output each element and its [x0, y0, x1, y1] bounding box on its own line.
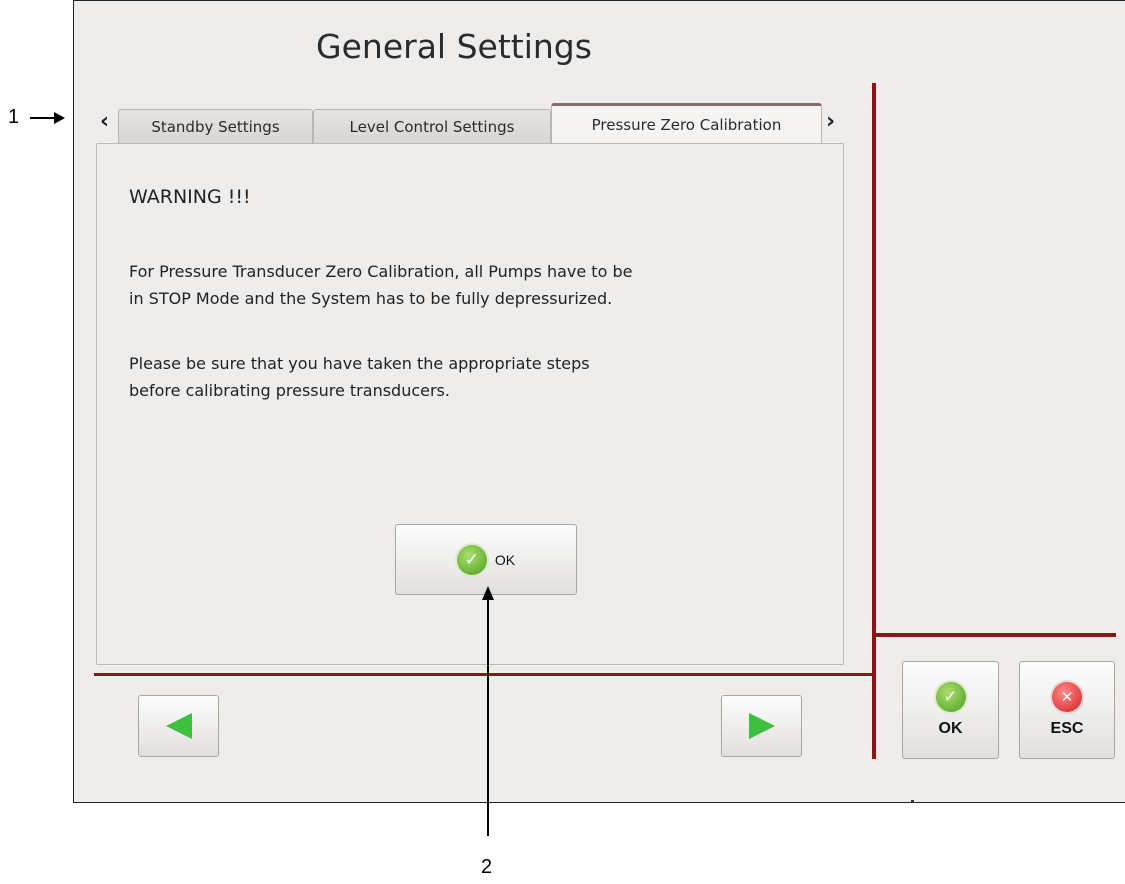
- calibration-ok-button[interactable]: ✓ OK: [395, 524, 577, 595]
- callout-2-arrow-icon: [482, 586, 494, 836]
- tab-prev-button[interactable]: ‹: [100, 109, 109, 134]
- next-page-button[interactable]: [721, 695, 802, 757]
- paragraph-line: For Pressure Transducer Zero Calibration…: [129, 262, 633, 281]
- ok-button-label: OK: [938, 720, 963, 737]
- checkmark-icon: ✓: [456, 544, 487, 575]
- close-icon: ✕: [1052, 682, 1082, 712]
- checkmark-icon: ✓: [935, 682, 966, 712]
- tab-label: Level Control Settings: [349, 117, 515, 136]
- callout-2-number: 2: [481, 856, 493, 878]
- calibration-ok-label: OK: [494, 551, 516, 568]
- warning-paragraph-1: For Pressure Transducer Zero Calibration…: [129, 258, 809, 312]
- arrow-right-icon: [748, 713, 775, 739]
- warning-paragraph-2: Please be sure that you have taken the a…: [129, 350, 809, 404]
- previous-page-button[interactable]: [138, 695, 219, 757]
- paragraph-line: before calibrating pressure transducers.: [129, 381, 450, 400]
- paragraph-line: Please be sure that you have taken the a…: [129, 354, 590, 373]
- callout-1-arrow-icon: [30, 112, 65, 124]
- ok-button[interactable]: ✓ OK: [902, 661, 999, 759]
- tab-content-panel: WARNING !!! For Pressure Transducer Zero…: [96, 143, 844, 665]
- tab-level-control-settings[interactable]: Level Control Settings: [313, 109, 551, 143]
- esc-button[interactable]: ✕ ESC: [1019, 661, 1115, 759]
- callout-1-number: 1: [8, 106, 20, 128]
- esc-button-label: ESC: [1050, 720, 1084, 737]
- tab-standby-settings[interactable]: Standby Settings: [118, 109, 313, 143]
- tab-pressure-zero-calibration[interactable]: Pressure Zero Calibration: [551, 103, 822, 144]
- chevron-left-icon: ‹: [100, 109, 110, 134]
- callout-2: 2: [481, 856, 492, 879]
- tab-next-button[interactable]: ›: [826, 109, 835, 134]
- paragraph-line: in STOP Mode and the System has to be fu…: [129, 289, 613, 308]
- arrow-left-icon: [165, 713, 192, 739]
- chevron-right-icon: ›: [826, 109, 836, 134]
- divider-right-horizontal: [876, 633, 1116, 637]
- stray-mark: [911, 800, 914, 803]
- callout-1: 1: [8, 106, 19, 129]
- tab-label: Pressure Zero Calibration: [591, 116, 782, 134]
- warning-heading: WARNING !!!: [129, 186, 251, 208]
- tab-label: Standby Settings: [151, 117, 280, 136]
- page-title: General Settings: [316, 27, 592, 66]
- application-screen: General Settings ‹ Standby Settings Leve…: [73, 0, 1125, 803]
- divider-vertical: [872, 83, 876, 759]
